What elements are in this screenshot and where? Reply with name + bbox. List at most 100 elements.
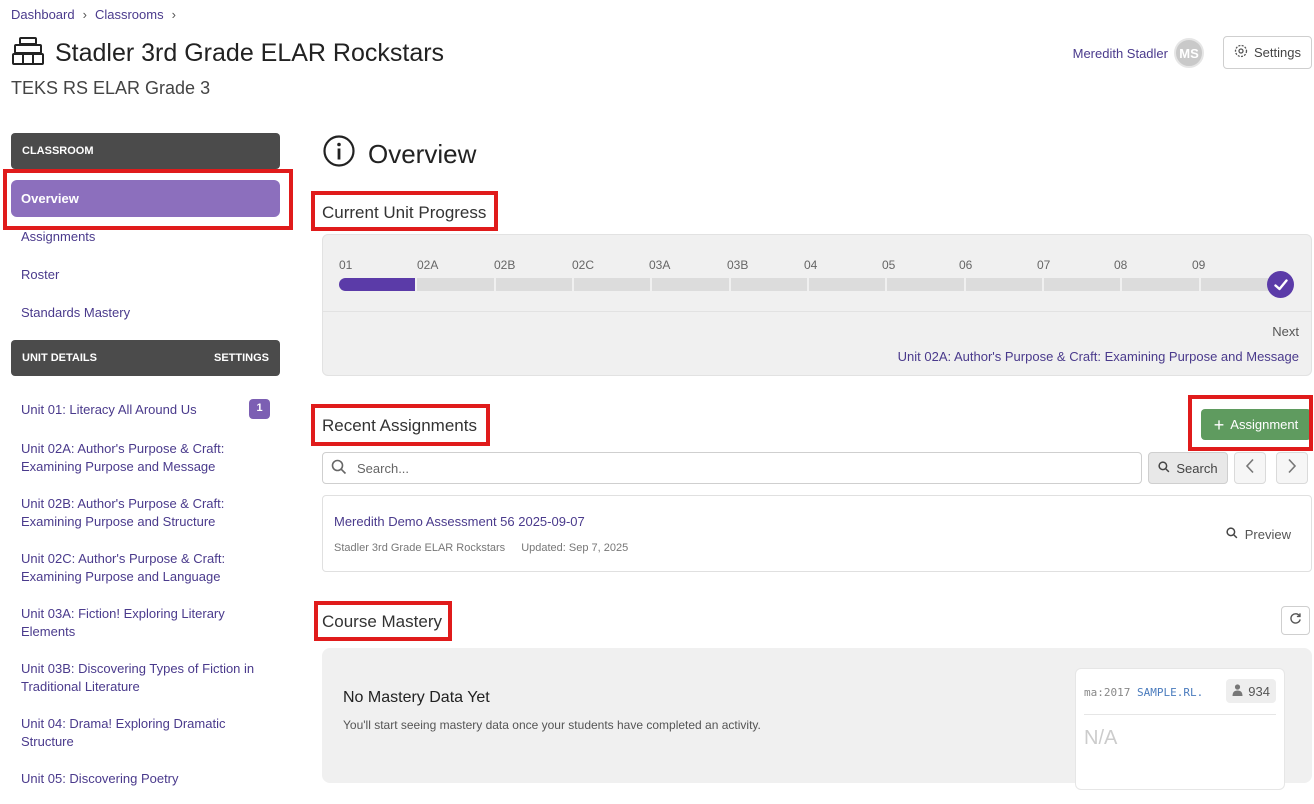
sidebar-unit-03b[interactable]: Unit 03B: Discovering Types of Fiction i… — [11, 660, 271, 695]
unit-label: 03A — [649, 258, 671, 272]
mastery-card: No Mastery Data Yet You'll start seeing … — [322, 648, 1312, 790]
user-icon — [1232, 683, 1243, 699]
sidebar-unit-02a[interactable]: Unit 02A: Author's Purpose & Craft: Exam… — [11, 440, 271, 475]
next-unit-link[interactable]: Unit 02A: Author's Purpose & Craft: Exam… — [898, 349, 1299, 364]
sidebar-item-roster[interactable]: Roster — [11, 267, 59, 282]
chevron-left-icon — [1245, 458, 1255, 479]
mini-divider — [1084, 714, 1276, 715]
classroom-header-label: CLASSROOM — [22, 145, 94, 157]
sidebar-item-standards-mastery[interactable]: Standards Mastery — [11, 305, 130, 320]
student-count: 934 — [1226, 679, 1276, 703]
classroom-section-header: CLASSROOM — [11, 133, 280, 169]
search-icon — [1226, 527, 1238, 542]
progress-segment — [495, 278, 572, 291]
progress-segment — [339, 278, 416, 291]
progress-segment — [573, 278, 651, 291]
unit-progress-card: 01 02A 02B 02C 03A 03B 04 05 06 07 08 09… — [322, 234, 1312, 376]
unit-01-label: Unit 01: Literacy All Around Us — [21, 402, 197, 417]
breadcrumb-classrooms[interactable]: Classrooms — [95, 7, 164, 22]
unit-label: 02B — [494, 258, 516, 272]
avatar: MS — [1174, 38, 1204, 68]
mastery-value: N/A — [1084, 727, 1118, 749]
progress-divider — [323, 311, 1311, 312]
unit-label: 06 — [959, 258, 973, 272]
search-icon — [331, 459, 347, 478]
breadcrumb: Dashboard › Classrooms › — [11, 7, 176, 22]
progress-segment — [652, 278, 729, 291]
next-page-button[interactable] — [1276, 452, 1308, 484]
mastery-sample-card: ma:2017 SAMPLE.RL. 934 N/A — [1075, 668, 1285, 790]
highlight-current-unit-progress — [311, 191, 498, 231]
highlight-overview — [3, 169, 293, 230]
assignment-meta: Stadler 3rd Grade ELAR Rockstars Updated… — [334, 542, 628, 554]
refresh-button[interactable] — [1281, 606, 1310, 635]
unit-settings-link[interactable]: SETTINGS — [214, 352, 269, 364]
progress-segment — [730, 278, 807, 291]
preview-label: Preview — [1244, 527, 1291, 542]
student-count-value: 934 — [1248, 683, 1270, 699]
mastery-empty-title: No Mastery Data Yet — [343, 689, 490, 706]
sidebar-unit-01[interactable]: Unit 01: Literacy All Around Us 1 — [11, 399, 270, 419]
search-placeholder: Search... — [357, 460, 410, 476]
sidebar-unit-02b[interactable]: Unit 02B: Author's Purpose & Craft: Exam… — [11, 495, 271, 530]
prev-page-button[interactable] — [1234, 452, 1266, 484]
progress-segment — [808, 278, 886, 291]
unit-details-label: UNIT DETAILS — [22, 352, 97, 364]
info-icon — [322, 134, 356, 175]
unit-label: 05 — [882, 258, 896, 272]
preview-button[interactable]: Preview — [1226, 527, 1291, 542]
sidebar-item-assignments[interactable]: Assignments — [11, 229, 95, 244]
progress-segment — [417, 278, 494, 291]
highlight-add-assignment — [1188, 395, 1313, 451]
unit-label: 03B — [727, 258, 749, 272]
refresh-icon — [1289, 612, 1302, 630]
progress-segment — [965, 278, 1042, 291]
sidebar-unit-05[interactable]: Unit 05: Discovering Poetry — [11, 770, 271, 788]
unit-label: 02C — [572, 258, 595, 272]
highlight-recent-assignments — [311, 404, 490, 446]
assignment-classroom: Stadler 3rd Grade ELAR Rockstars — [334, 542, 506, 554]
progress-track — [339, 278, 1277, 291]
search-input[interactable]: Search... — [322, 452, 1142, 484]
unit-label: 01 — [339, 258, 353, 272]
sidebar-unit-02c[interactable]: Unit 02C: Author's Purpose & Craft: Exam… — [11, 550, 271, 585]
settings-label: Settings — [1254, 45, 1301, 60]
assignment-card: Meredith Demo Assessment 56 2025-09-07 S… — [322, 495, 1312, 572]
breadcrumb-dashboard[interactable]: Dashboard — [11, 7, 75, 22]
search-button-label: Search — [1176, 460, 1218, 476]
assignment-title-link[interactable]: Meredith Demo Assessment 56 2025-09-07 — [334, 514, 585, 529]
search-icon — [1158, 460, 1170, 476]
chevron-right-icon: › — [82, 7, 87, 22]
progress-segment — [887, 278, 964, 291]
check-icon — [1267, 271, 1294, 298]
progress-segment — [1043, 278, 1121, 291]
unit-label: 04 — [804, 258, 818, 272]
page-subtitle: TEKS RS ELAR Grade 3 — [11, 78, 211, 98]
unit-details-header: UNIT DETAILS SETTINGS — [11, 340, 280, 376]
overview-heading: Overview — [322, 134, 476, 175]
unit-label: 09 — [1192, 258, 1206, 272]
user-name: Meredith Stadler — [1072, 45, 1168, 61]
search-button[interactable]: Search — [1148, 452, 1228, 484]
progress-segment — [1200, 278, 1277, 291]
sidebar-unit-03a[interactable]: Unit 03A: Fiction! Exploring Literary El… — [11, 605, 271, 640]
settings-button[interactable]: Settings — [1223, 36, 1312, 69]
progress-segment — [1122, 278, 1199, 291]
standard-code-prefix: ma:2017 — [1084, 686, 1131, 699]
overview-title: Overview — [368, 139, 477, 169]
highlight-course-mastery — [314, 601, 452, 641]
chevron-right-icon: › — [171, 7, 176, 22]
unit-badge: 1 — [249, 399, 270, 419]
sidebar-unit-04[interactable]: Unit 04: Drama! Exploring Dramatic Struc… — [11, 715, 271, 750]
page-header: Stadler 3rd Grade ELAR Rockstars — [11, 36, 444, 71]
assignment-updated: Updated: Sep 7, 2025 — [521, 542, 629, 554]
standard-code: ma:2017 SAMPLE.RL. — [1084, 686, 1203, 699]
unit-label: 02A — [417, 258, 439, 272]
page-title: Stadler 3rd Grade ELAR Rockstars — [55, 39, 445, 67]
standard-code-name: SAMPLE.RL. — [1136, 686, 1204, 699]
gear-icon — [1234, 44, 1248, 61]
user-menu[interactable]: Meredith Stadler MS — [1073, 38, 1204, 68]
unit-label: 08 — [1114, 258, 1128, 272]
classroom-icon — [11, 36, 45, 71]
chevron-right-icon — [1287, 458, 1297, 479]
